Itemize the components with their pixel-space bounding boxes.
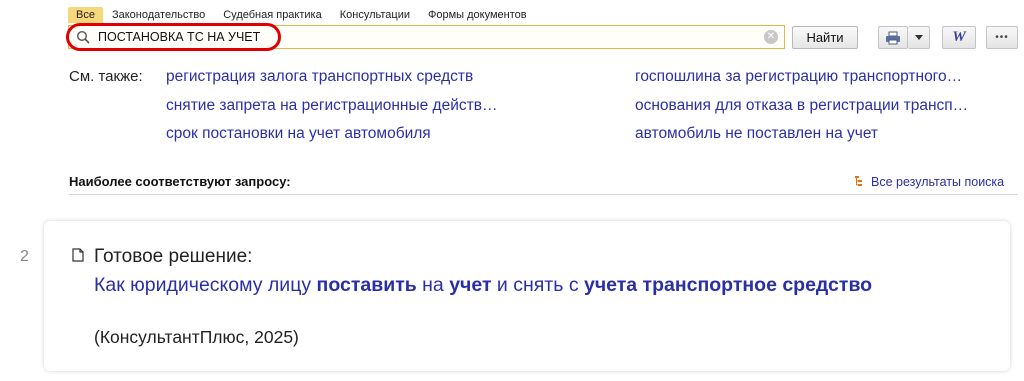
export-word-button[interactable]: W [942, 26, 976, 49]
title-part: поставить [316, 274, 417, 296]
see-also-link[interactable]: снятие запрета на регистрационные действ… [166, 97, 586, 115]
tab-legislation[interactable]: Законодательство [103, 7, 214, 23]
see-also-link[interactable]: госпошлина за регистрацию транспортного… [635, 68, 1018, 86]
see-also-link[interactable]: срок постановки на учет автомобиля [166, 125, 586, 143]
tab-all[interactable]: Все [68, 7, 103, 23]
see-also-label: См. также: [69, 68, 143, 85]
more-icon: ••• [995, 32, 1009, 43]
chevron-down-icon [908, 27, 929, 48]
more-button[interactable]: ••• [986, 26, 1018, 49]
see-also-link[interactable]: основания для отказа в регистрации транс… [635, 97, 1018, 115]
search-scope-tabs: Все Законодательство Судебная практика К… [68, 7, 536, 23]
tab-consultations[interactable]: Консультации [331, 7, 419, 23]
document-icon [72, 248, 84, 267]
tab-court-practice[interactable]: Судебная практика [214, 7, 330, 23]
all-results-label: Все результаты поиска [871, 175, 1005, 189]
result-number: 2 [20, 248, 29, 265]
result-type: Готовое решение: [94, 246, 253, 267]
see-also-link[interactable]: регистрация залога транспортных средств [166, 68, 586, 86]
divider [69, 194, 1018, 195]
print-button[interactable] [878, 26, 908, 49]
title-part: учета транспортное средство [583, 274, 873, 296]
printer-icon [879, 27, 907, 48]
search-input[interactable]: ПОСТАНОВКА ТС НА УЧЕТ ✕ [68, 25, 785, 49]
see-also-link[interactable]: автомобиль не поставлен на учет [635, 125, 1018, 143]
clear-icon[interactable]: ✕ [764, 30, 778, 44]
title-part: Как юридическому лицу [94, 274, 317, 296]
find-button[interactable]: Найти [792, 26, 858, 49]
tab-document-forms[interactable]: Формы документов [419, 7, 536, 23]
title-part: и снять с [491, 274, 584, 296]
results-heading: Наиболее соответствуют запросу: [69, 174, 291, 189]
result-source: (КонсультантПлюс, 2025) [94, 327, 299, 347]
title-part: учет [449, 274, 492, 296]
search-query-text: ПОСТАНОВКА ТС НА УЧЕТ [98, 30, 261, 44]
word-icon: W [952, 29, 966, 45]
title-part: на [416, 274, 450, 296]
tree-list-icon [855, 175, 866, 190]
search-icon [76, 30, 90, 44]
result-title-link[interactable]: Как юридическому лицу поставить на учет … [94, 272, 894, 298]
print-options-button[interactable] [908, 26, 930, 49]
all-results-link[interactable]: Все результаты поиска [855, 175, 1004, 190]
